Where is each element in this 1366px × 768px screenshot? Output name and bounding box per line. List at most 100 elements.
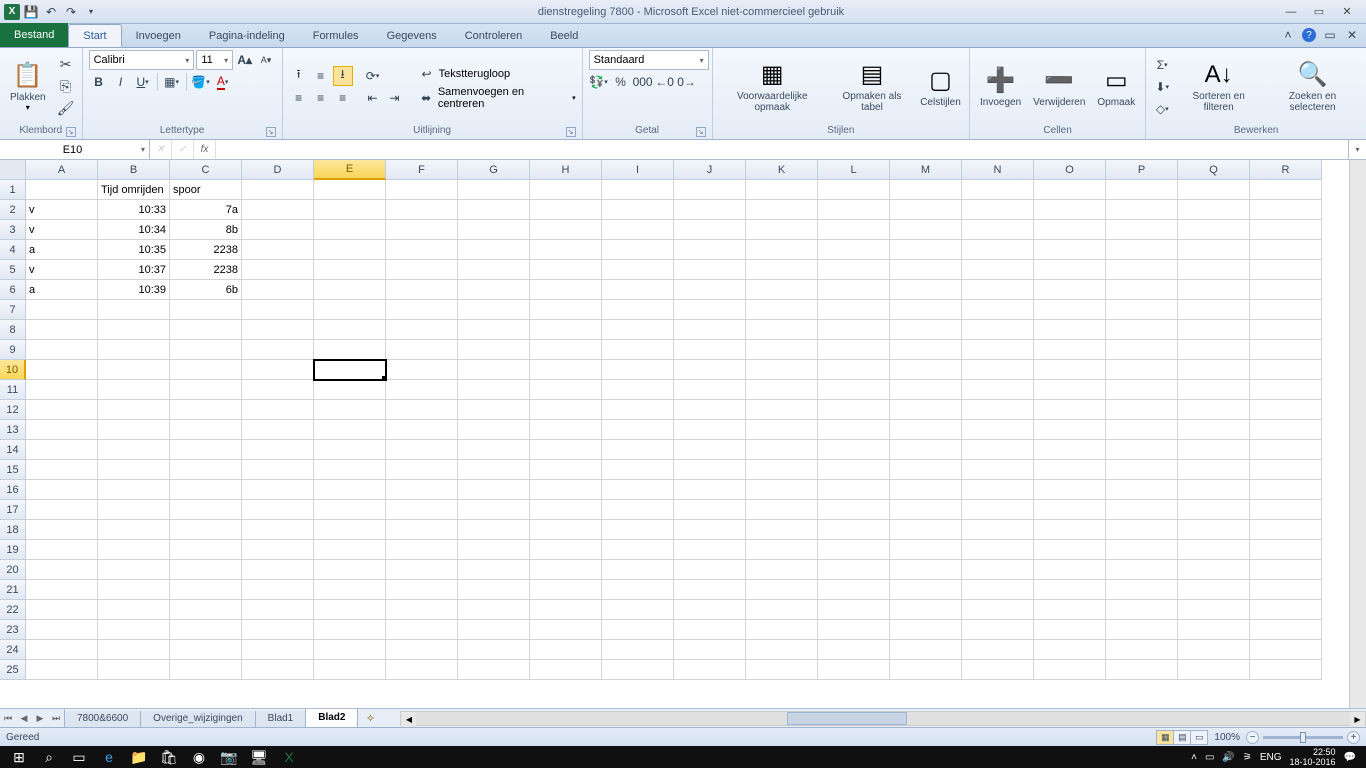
cell-A8[interactable] bbox=[26, 320, 98, 340]
sheet-tab-Blad1[interactable]: Blad1 bbox=[255, 711, 307, 728]
cell-G20[interactable] bbox=[458, 560, 530, 580]
cell-K22[interactable] bbox=[746, 600, 818, 620]
cell-Q11[interactable] bbox=[1178, 380, 1250, 400]
row-header-3[interactable]: 3 bbox=[0, 220, 26, 240]
cell-G19[interactable] bbox=[458, 540, 530, 560]
cell-P18[interactable] bbox=[1106, 520, 1178, 540]
cell-H19[interactable] bbox=[530, 540, 602, 560]
scroll-left-icon[interactable]: ◀ bbox=[401, 712, 416, 727]
cell-C17[interactable] bbox=[170, 500, 242, 520]
cell-R14[interactable] bbox=[1250, 440, 1322, 460]
row-header-20[interactable]: 20 bbox=[0, 560, 26, 580]
cell-P13[interactable] bbox=[1106, 420, 1178, 440]
cell-H3[interactable] bbox=[530, 220, 602, 240]
cell-D14[interactable] bbox=[242, 440, 314, 460]
cell-N8[interactable] bbox=[962, 320, 1034, 340]
row-header-14[interactable]: 14 bbox=[0, 440, 26, 460]
col-header-F[interactable]: F bbox=[386, 160, 458, 180]
cell-D24[interactable] bbox=[242, 640, 314, 660]
cell-M14[interactable] bbox=[890, 440, 962, 460]
cell-G5[interactable] bbox=[458, 260, 530, 280]
font-dialog-icon[interactable]: ↘ bbox=[266, 127, 276, 137]
bold-button[interactable]: B bbox=[89, 72, 109, 92]
cell-H2[interactable] bbox=[530, 200, 602, 220]
cell-K21[interactable] bbox=[746, 580, 818, 600]
cell-M13[interactable] bbox=[890, 420, 962, 440]
cell-H11[interactable] bbox=[530, 380, 602, 400]
cell-I2[interactable] bbox=[602, 200, 674, 220]
find-select-button[interactable]: 🔍Zoeken en selecteren bbox=[1265, 54, 1360, 120]
cell-Q15[interactable] bbox=[1178, 460, 1250, 480]
cell-I19[interactable] bbox=[602, 540, 674, 560]
cell-N19[interactable] bbox=[962, 540, 1034, 560]
cell-O1[interactable] bbox=[1034, 180, 1106, 200]
col-header-L[interactable]: L bbox=[818, 160, 890, 180]
cell-N10[interactable] bbox=[962, 360, 1034, 380]
cell-C2[interactable]: 7a bbox=[170, 200, 242, 220]
delete-cells-button[interactable]: ➖Verwijderen bbox=[1029, 54, 1089, 120]
cell-F5[interactable] bbox=[386, 260, 458, 280]
hp-icon[interactable]: 📷 bbox=[214, 746, 244, 768]
cell-M15[interactable] bbox=[890, 460, 962, 480]
cell-F19[interactable] bbox=[386, 540, 458, 560]
decrease-indent-icon[interactable]: ⇤ bbox=[363, 88, 383, 108]
cell-K15[interactable] bbox=[746, 460, 818, 480]
cell-A24[interactable] bbox=[26, 640, 98, 660]
cell-Q8[interactable] bbox=[1178, 320, 1250, 340]
cell-I5[interactable] bbox=[602, 260, 674, 280]
decrease-decimal-icon[interactable]: 0→ bbox=[677, 72, 697, 92]
grow-font-icon[interactable]: A▴ bbox=[235, 50, 254, 70]
cell-J14[interactable] bbox=[674, 440, 746, 460]
row-header-5[interactable]: 5 bbox=[0, 260, 26, 280]
cell-F25[interactable] bbox=[386, 660, 458, 680]
search-icon[interactable]: ⌕ bbox=[34, 746, 64, 768]
cell-F17[interactable] bbox=[386, 500, 458, 520]
cell-C5[interactable]: 2238 bbox=[170, 260, 242, 280]
cell-B6[interactable]: 10:39 bbox=[98, 280, 170, 300]
cell-I18[interactable] bbox=[602, 520, 674, 540]
cell-K20[interactable] bbox=[746, 560, 818, 580]
cell-R11[interactable] bbox=[1250, 380, 1322, 400]
cell-B23[interactable] bbox=[98, 620, 170, 640]
align-middle-icon[interactable]: ≡ bbox=[311, 66, 331, 86]
cell-A12[interactable] bbox=[26, 400, 98, 420]
cell-A10[interactable] bbox=[26, 360, 98, 380]
row-header-21[interactable]: 21 bbox=[0, 580, 26, 600]
cell-P5[interactable] bbox=[1106, 260, 1178, 280]
col-header-Q[interactable]: Q bbox=[1178, 160, 1250, 180]
cell-H23[interactable] bbox=[530, 620, 602, 640]
cell-Q6[interactable] bbox=[1178, 280, 1250, 300]
cell-F15[interactable] bbox=[386, 460, 458, 480]
cell-J19[interactable] bbox=[674, 540, 746, 560]
conditional-format-button[interactable]: ▦Voorwaardelijke opmaak bbox=[719, 54, 826, 120]
font-name-combo[interactable]: Calibri▾ bbox=[89, 50, 195, 70]
window-close2-icon[interactable]: ✕ bbox=[1344, 27, 1360, 43]
sheet-tab-Overige_wijzigingen[interactable]: Overige_wijzigingen bbox=[140, 711, 256, 728]
cell-H14[interactable] bbox=[530, 440, 602, 460]
cell-Q2[interactable] bbox=[1178, 200, 1250, 220]
cell-J21[interactable] bbox=[674, 580, 746, 600]
cell-R17[interactable] bbox=[1250, 500, 1322, 520]
cell-R12[interactable] bbox=[1250, 400, 1322, 420]
cell-N20[interactable] bbox=[962, 560, 1034, 580]
cell-G4[interactable] bbox=[458, 240, 530, 260]
cell-J4[interactable] bbox=[674, 240, 746, 260]
cell-I4[interactable] bbox=[602, 240, 674, 260]
cell-D13[interactable] bbox=[242, 420, 314, 440]
orientation-icon[interactable]: ⟳▾ bbox=[363, 66, 383, 86]
percent-icon[interactable]: % bbox=[611, 72, 631, 92]
row-header-18[interactable]: 18 bbox=[0, 520, 26, 540]
explorer-icon[interactable]: 📁 bbox=[124, 746, 154, 768]
cell-E22[interactable] bbox=[314, 600, 386, 620]
cell-N3[interactable] bbox=[962, 220, 1034, 240]
cell-F12[interactable] bbox=[386, 400, 458, 420]
task-view-icon[interactable]: ▭ bbox=[64, 746, 94, 768]
cell-H21[interactable] bbox=[530, 580, 602, 600]
undo-icon[interactable]: ↶ bbox=[42, 3, 60, 21]
cell-J5[interactable] bbox=[674, 260, 746, 280]
cell-I3[interactable] bbox=[602, 220, 674, 240]
cell-J6[interactable] bbox=[674, 280, 746, 300]
cell-L8[interactable] bbox=[818, 320, 890, 340]
cell-H6[interactable] bbox=[530, 280, 602, 300]
cell-K1[interactable] bbox=[746, 180, 818, 200]
